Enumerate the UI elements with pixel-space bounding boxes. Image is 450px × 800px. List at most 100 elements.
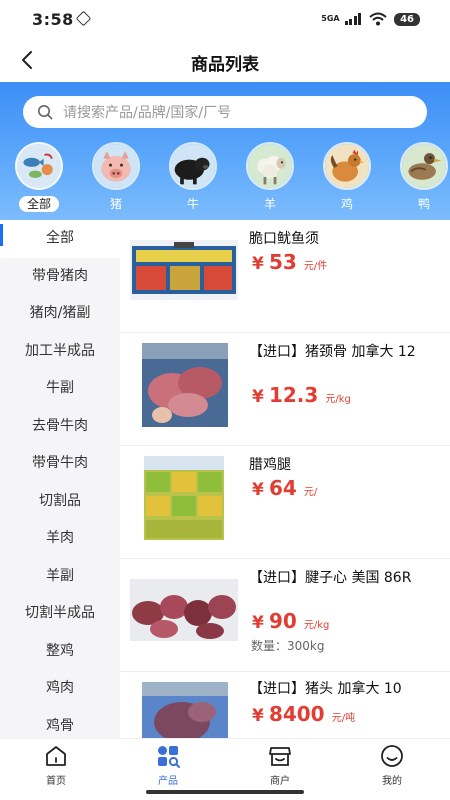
status-bar: 3:58 5GA 46 bbox=[0, 0, 450, 38]
category-label: 全部 bbox=[18, 196, 59, 212]
sidebar-item-pork-offal[interactable]: 猪肉/猪副 bbox=[0, 295, 120, 333]
price-value: 12.3 bbox=[268, 383, 319, 407]
sidebar-item-cut-semi[interactable]: 切割半成品 bbox=[0, 595, 120, 633]
category-cow[interactable]: 牛 bbox=[165, 142, 221, 212]
product-image bbox=[130, 579, 238, 641]
price-currency: ¥ bbox=[252, 387, 264, 407]
category-sidebar: 全部 带骨猪肉 猪肉/猪副 加工半成品 牛副 去骨牛肉 带骨牛肉 切割品 羊肉 … bbox=[0, 220, 120, 738]
tab-label: 我的 bbox=[382, 776, 402, 787]
product-name: 【进口】腱子心 美国 86R bbox=[249, 570, 412, 586]
price-unit: 元/kg bbox=[325, 394, 351, 405]
price-value: 90 bbox=[268, 609, 297, 633]
product-price: ¥ 12.3 元/kg bbox=[252, 383, 351, 407]
network-type: 5GA bbox=[321, 14, 340, 23]
price-unit: 元/kg bbox=[303, 620, 330, 631]
price-value: 64 bbox=[268, 476, 297, 500]
price-unit: 元/ bbox=[303, 487, 318, 498]
price-currency: ¥ bbox=[252, 480, 264, 500]
quantity-value: 300kg bbox=[287, 639, 325, 653]
sidebar-item-all[interactable]: 全部 bbox=[0, 220, 120, 258]
product-price: ¥ 64 元/ bbox=[252, 476, 317, 500]
price-currency: ¥ bbox=[252, 613, 264, 633]
quantity-label: 数量： bbox=[251, 639, 288, 653]
tab-label: 产品 bbox=[158, 776, 178, 787]
sidebar-item-chicken-bone[interactable]: 鸡骨 bbox=[0, 708, 120, 739]
status-time: 3:58 bbox=[32, 10, 74, 29]
product-image bbox=[144, 456, 224, 540]
product-card[interactable]: 【进口】猪头 加拿大 10 ¥ 8400 元/吨 bbox=[120, 672, 450, 738]
product-name: 【进口】猪颈骨 加拿大 12 bbox=[249, 344, 416, 360]
product-quantity: 数量：300kg bbox=[251, 637, 325, 654]
pig-icon bbox=[92, 142, 140, 190]
product-name: 【进口】猪头 加拿大 10 bbox=[249, 681, 402, 697]
search-placeholder: 请搜索产品/品牌/国家/厂号 bbox=[63, 105, 232, 121]
price-currency: ¥ bbox=[252, 254, 264, 274]
sidebar-item-lamb[interactable]: 羊肉 bbox=[0, 520, 120, 558]
sidebar-item-cuts[interactable]: 切割品 bbox=[0, 483, 120, 521]
category-sheep[interactable]: 羊 bbox=[242, 142, 298, 212]
category-chicken[interactable]: 鸡 bbox=[319, 142, 375, 212]
product-name: 脆口鱿鱼须 bbox=[249, 231, 319, 247]
product-card[interactable]: 腊鸡腿 ¥ 64 元/ bbox=[120, 446, 450, 559]
wifi-icon bbox=[369, 12, 387, 26]
price-value: 53 bbox=[268, 250, 297, 274]
nav-bar: 商品列表 bbox=[0, 38, 450, 82]
product-name: 腊鸡腿 bbox=[249, 457, 291, 473]
sidebar-item-lamb-offal[interactable]: 羊副 bbox=[0, 558, 120, 596]
search-icon bbox=[38, 105, 53, 120]
profile-icon bbox=[381, 745, 403, 767]
price-unit: 元/吨 bbox=[331, 713, 356, 724]
header-banner: 请搜索产品/品牌/国家/厂号 全部 猪 牛 羊 鸡 鸭 bbox=[0, 82, 450, 220]
category-label: 鸡 bbox=[340, 197, 353, 211]
product-price: ¥ 8400 元/吨 bbox=[252, 702, 355, 726]
page-title: 商品列表 bbox=[191, 55, 259, 75]
cow-icon bbox=[169, 142, 217, 190]
tab-home[interactable]: 首页 bbox=[26, 743, 86, 787]
sidebar-item-beef-offal[interactable]: 牛副 bbox=[0, 370, 120, 408]
product-card[interactable]: 【进口】猪颈骨 加拿大 12 ¥ 12.3 元/kg bbox=[120, 333, 450, 446]
product-list: 脆口鱿鱼须 ¥ 53 元/件 【进口】猪颈骨 加拿大 12 ¥ 12.3 元/k… bbox=[120, 220, 450, 738]
sidebar-item-processed[interactable]: 加工半成品 bbox=[0, 333, 120, 371]
search-input[interactable]: 请搜索产品/品牌/国家/厂号 bbox=[23, 96, 427, 128]
product-image bbox=[142, 343, 228, 427]
tab-label: 商户 bbox=[270, 776, 290, 787]
price-currency: ¥ bbox=[252, 706, 264, 726]
tab-products[interactable]: 产品 bbox=[138, 743, 198, 787]
category-label: 猪 bbox=[109, 197, 122, 211]
sidebar-item-bone-in-pork[interactable]: 带骨猪肉 bbox=[0, 258, 120, 296]
chicken-icon bbox=[323, 142, 371, 190]
price-value: 8400 bbox=[268, 702, 325, 726]
product-card[interactable]: 【进口】腱子心 美国 86R ¥ 90 元/kg 数量：300kg bbox=[120, 559, 450, 672]
product-image bbox=[142, 682, 228, 738]
product-price: ¥ 53 元/件 bbox=[252, 250, 327, 274]
price-unit: 元/件 bbox=[303, 261, 328, 272]
category-label: 牛 bbox=[186, 197, 199, 211]
sheep-icon bbox=[246, 142, 294, 190]
category-all[interactable]: 全部 bbox=[11, 142, 67, 212]
home-indicator[interactable] bbox=[146, 790, 304, 794]
product-image bbox=[130, 240, 238, 300]
signal-icon bbox=[344, 13, 362, 25]
sidebar-item-boneless-beef[interactable]: 去骨牛肉 bbox=[0, 408, 120, 446]
product-card[interactable]: 脆口鱿鱼须 ¥ 53 元/件 bbox=[120, 220, 450, 333]
shop-icon bbox=[269, 747, 291, 766]
sidebar-item-bone-in-beef[interactable]: 带骨牛肉 bbox=[0, 445, 120, 483]
sidebar-item-whole-chicken[interactable]: 整鸡 bbox=[0, 633, 120, 671]
products-icon bbox=[158, 746, 180, 768]
sidebar-item-chicken-meat[interactable]: 鸡肉 bbox=[0, 670, 120, 708]
category-pig[interactable]: 猪 bbox=[88, 142, 144, 212]
seafood-all-icon bbox=[15, 142, 63, 190]
battery-level: 46 bbox=[394, 12, 420, 26]
tab-label: 首页 bbox=[46, 776, 66, 787]
category-row: 全部 猪 牛 羊 鸡 鸭 bbox=[0, 142, 450, 214]
duck-icon bbox=[400, 142, 448, 190]
status-indicators: 5GA 46 bbox=[321, 12, 420, 26]
category-label: 羊 bbox=[263, 197, 276, 211]
tab-shop[interactable]: 商户 bbox=[250, 743, 310, 787]
tab-profile[interactable]: 我的 bbox=[362, 743, 422, 787]
home-icon bbox=[46, 746, 66, 766]
category-label: 鸭 bbox=[417, 197, 430, 211]
product-price: ¥ 90 元/kg bbox=[252, 609, 329, 633]
category-duck[interactable]: 鸭 bbox=[396, 142, 450, 212]
location-icon bbox=[75, 10, 92, 27]
